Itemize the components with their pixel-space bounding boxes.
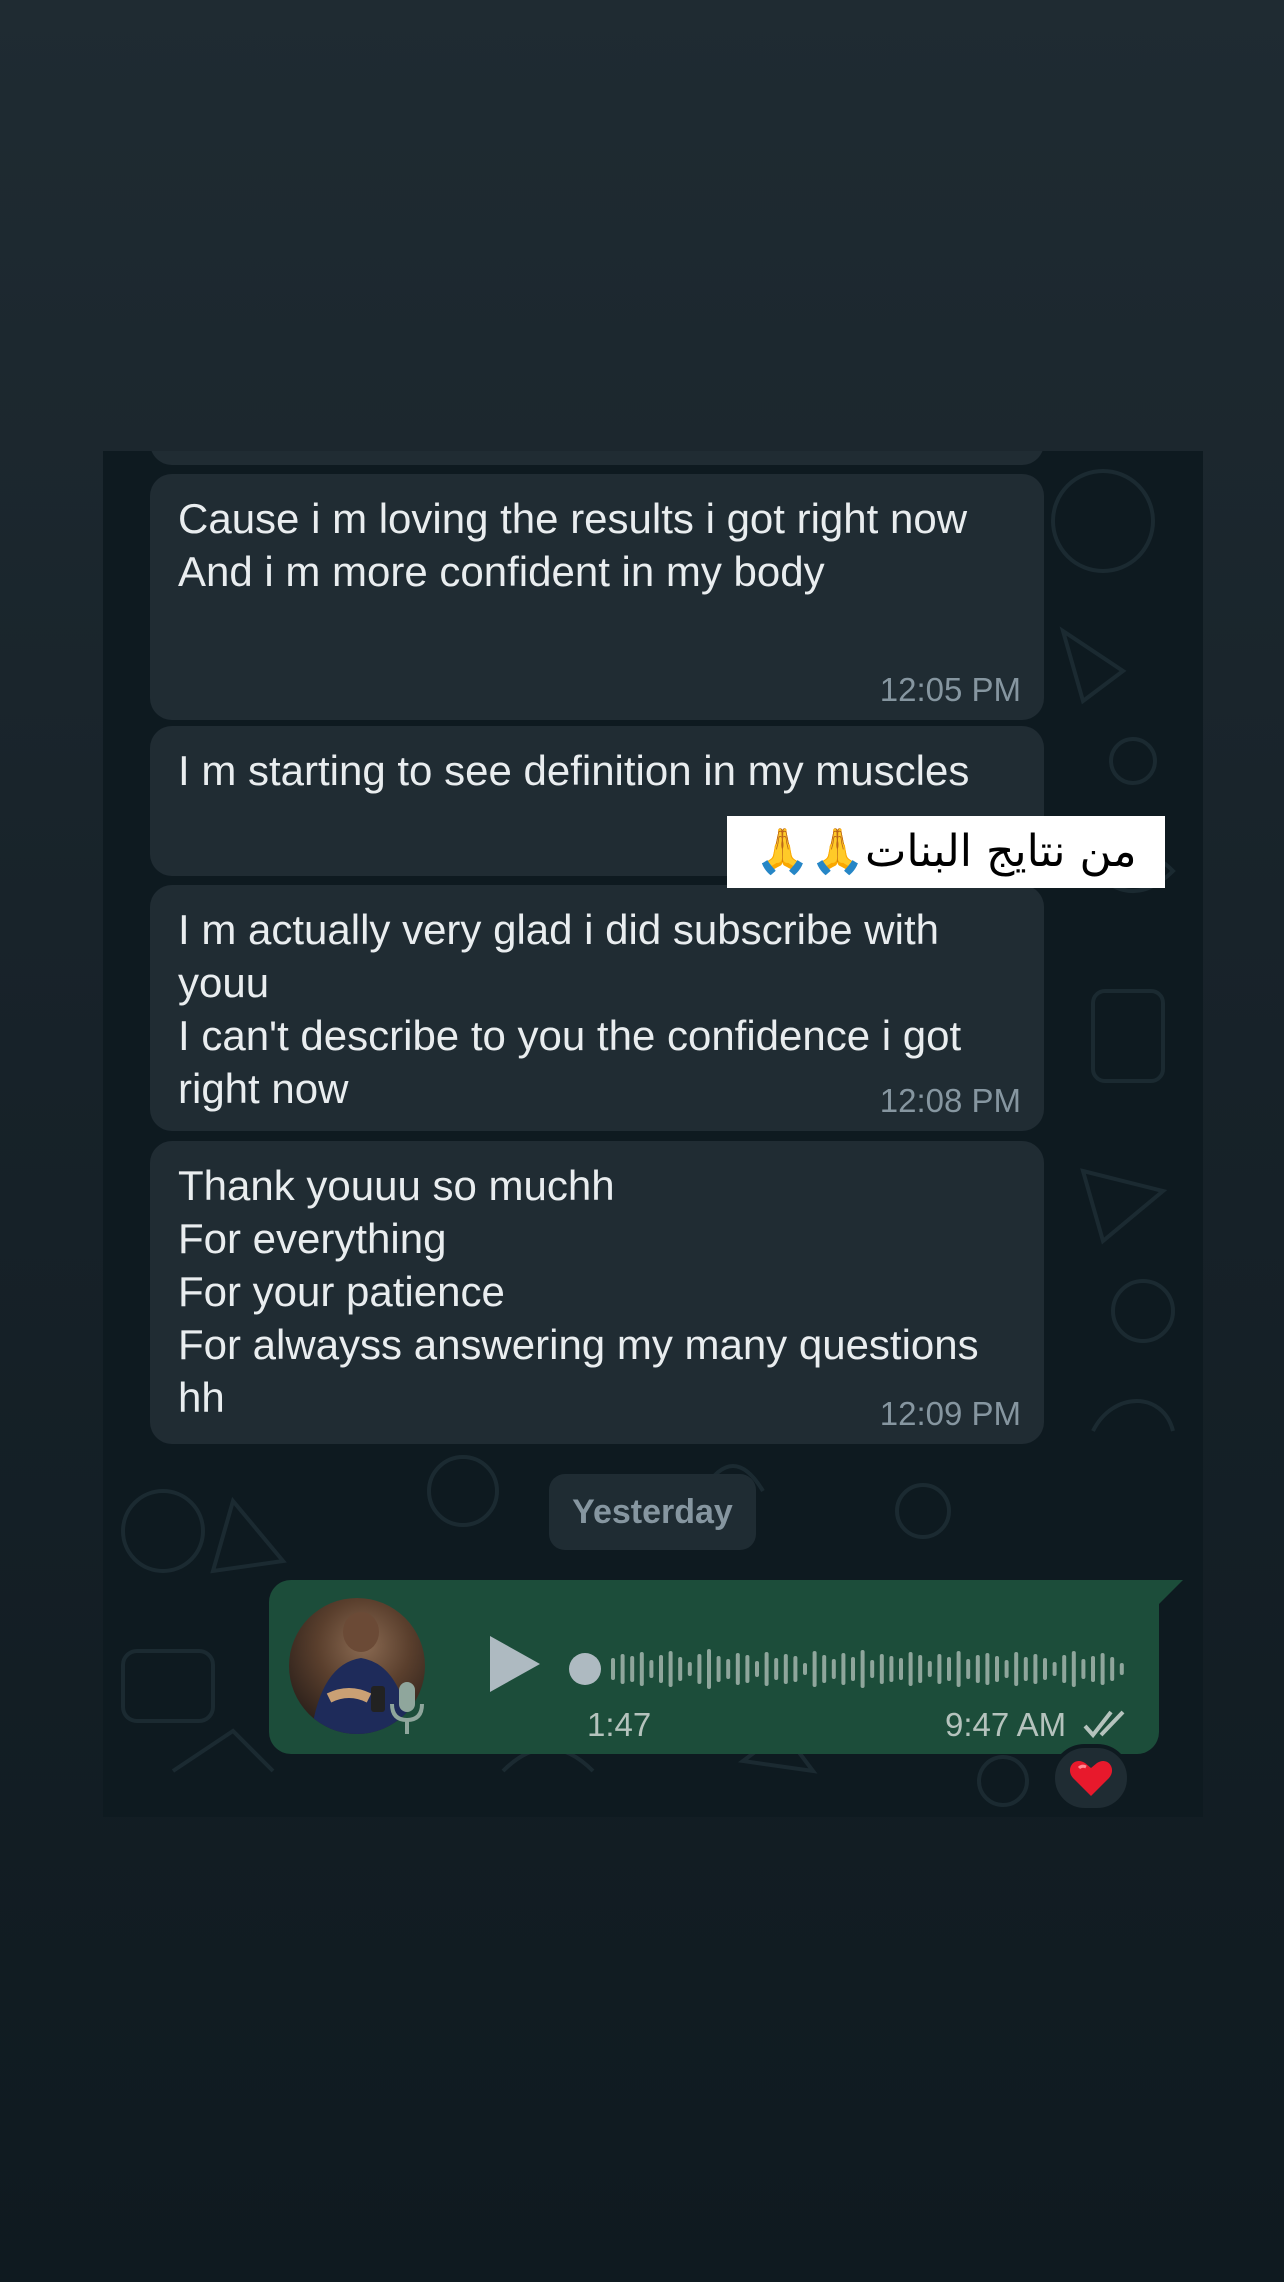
waveform-bar <box>764 1652 769 1686</box>
message-text: Cause i m loving the results i got right… <box>178 495 968 595</box>
waveform-bar <box>803 1663 807 1675</box>
waveform-bar <box>639 1652 644 1686</box>
waveform-bar <box>1043 1658 1047 1680</box>
waveform-bar <box>611 1658 615 1680</box>
waveform-bar <box>774 1658 779 1680</box>
microphone-icon <box>390 1682 424 1734</box>
reaction-badge[interactable] <box>1051 1744 1131 1812</box>
waveform-bar <box>889 1656 894 1682</box>
waveform-bar <box>1119 1663 1124 1675</box>
waveform-bar <box>755 1661 759 1677</box>
bubble-tail <box>1157 1580 1183 1606</box>
waveform-bar <box>726 1659 731 1679</box>
waveform-bar <box>851 1657 855 1681</box>
waveform-bar <box>956 1651 961 1687</box>
waveform-bar <box>985 1653 990 1685</box>
audio-waveform[interactable] <box>605 1640 1135 1698</box>
waveform-bar <box>1033 1654 1038 1684</box>
waveform-bar <box>620 1654 625 1684</box>
waveform-bar <box>841 1653 846 1685</box>
waveform-bar <box>793 1656 798 1682</box>
waveform-bar <box>937 1654 942 1684</box>
waveform-bar <box>1004 1660 1009 1678</box>
date-separator: Yesterday <box>549 1474 756 1550</box>
waveform-bar <box>1023 1657 1028 1681</box>
message-time: 9:47 AM <box>945 1706 1067 1743</box>
waveform-bar <box>947 1657 951 1681</box>
message-bubble[interactable]: Cause i m loving the results i got right… <box>150 474 1044 720</box>
waveform-bar <box>908 1652 913 1686</box>
message-text: Thank youuu so muchh For everything For … <box>178 1162 979 1421</box>
waveform-bar <box>822 1655 827 1683</box>
waveform-bar <box>697 1654 702 1684</box>
voice-message-bubble[interactable]: 1:47 9:47 AM <box>269 1580 1159 1754</box>
waveform-bar <box>659 1655 663 1683</box>
message-text: I m starting to see definition in my mus… <box>178 747 970 794</box>
waveform-bar <box>1100 1653 1105 1685</box>
waveform-bar <box>812 1651 817 1687</box>
waveform-bar <box>1091 1656 1095 1682</box>
waveform-bar <box>687 1662 692 1676</box>
waveform-bar <box>668 1651 673 1687</box>
waveform-bar <box>966 1659 971 1679</box>
waveform-bar <box>870 1660 875 1678</box>
waveform-bar <box>1052 1662 1057 1676</box>
message-time: 12:05 PM <box>879 671 1021 708</box>
waveform-bar <box>1081 1659 1086 1679</box>
waveform-bar <box>1014 1652 1019 1686</box>
waveform-bar <box>831 1659 836 1679</box>
voice-duration: 1:47 <box>587 1706 652 1743</box>
chat-pane: Cause i m loving the results i got right… <box>103 451 1203 1817</box>
previous-message-bubble <box>150 451 1044 465</box>
waveform-bar <box>975 1655 980 1683</box>
playback-scrubber[interactable] <box>569 1653 601 1685</box>
waveform-bar <box>678 1657 683 1681</box>
double-check-icon <box>1083 1710 1125 1739</box>
waveform-bar <box>1110 1657 1115 1681</box>
waveform-bar <box>783 1654 788 1684</box>
waveform-bar <box>1071 1651 1076 1687</box>
waveform-bar <box>927 1661 932 1677</box>
waveform-bar <box>1062 1655 1067 1683</box>
message-bubble[interactable]: I m actually very glad i did subscribe w… <box>150 885 1044 1131</box>
waveform-bar <box>745 1655 750 1683</box>
play-icon[interactable] <box>484 1632 544 1696</box>
message-time: 12:09 PM <box>879 1395 1021 1432</box>
waveform-bar <box>918 1655 923 1683</box>
waveform-bar <box>995 1656 999 1682</box>
waveform-bar <box>716 1656 721 1682</box>
waveform-bar <box>735 1653 740 1685</box>
waveform-bar <box>649 1660 654 1678</box>
waveform-bar <box>707 1649 711 1689</box>
waveform-bar <box>879 1654 884 1684</box>
waveform-bar <box>899 1658 903 1680</box>
message-time: 12:08 PM <box>879 1082 1021 1119</box>
overlay-caption: من نتايج البنات🙏🙏 <box>727 816 1165 888</box>
waveform-bar <box>860 1650 865 1688</box>
heart-icon <box>1069 1761 1113 1796</box>
message-bubble[interactable]: Thank youuu so muchh For everything For … <box>150 1141 1044 1444</box>
waveform-bar <box>630 1656 635 1682</box>
